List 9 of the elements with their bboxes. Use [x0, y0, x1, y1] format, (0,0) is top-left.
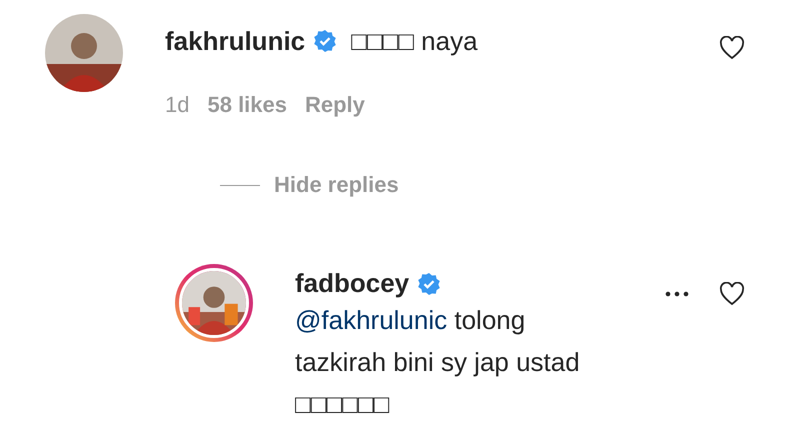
username[interactable]: fakhrulunic [165, 26, 306, 56]
comment-text: □□□□ naya [351, 25, 478, 58]
more-icon[interactable] [665, 291, 689, 297]
heart-icon[interactable] [719, 282, 745, 306]
reply-text: @fakhrulunic tolong tazkirah bini sy jap ustad □□□□□□ [295, 304, 581, 421]
heart-icon[interactable] [719, 36, 745, 60]
comment-time: 1d [165, 92, 190, 118]
mention-link[interactable]: @fakhrulunic [295, 305, 448, 335]
username[interactable]: fadbocey [295, 268, 410, 299]
